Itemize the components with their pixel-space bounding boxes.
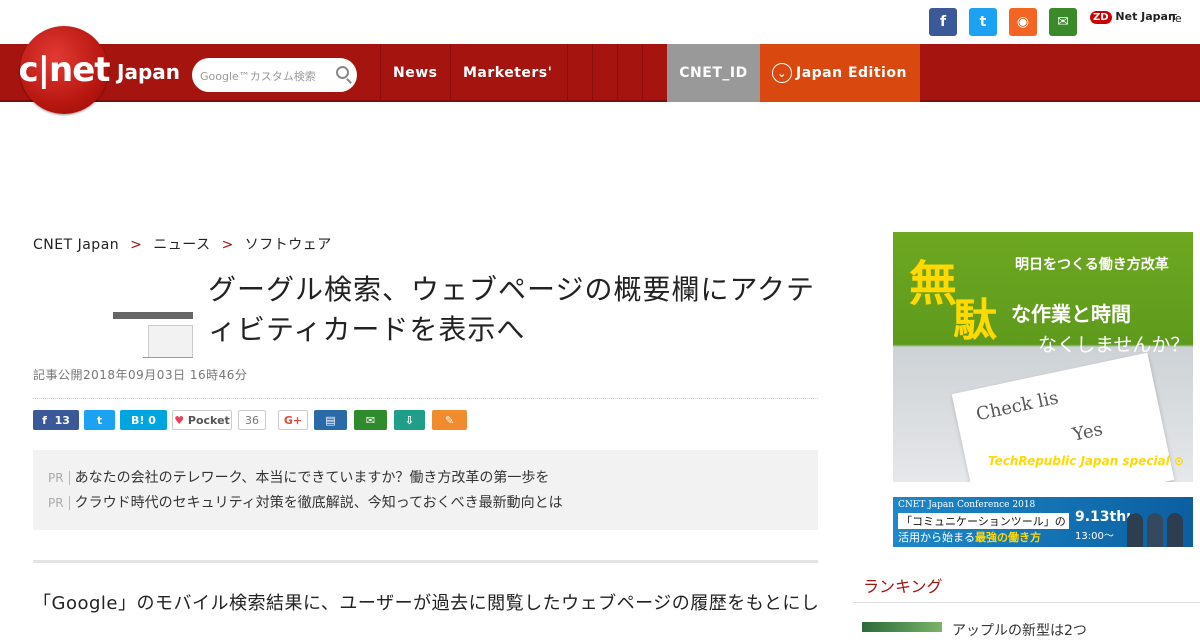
search-icon[interactable] <box>336 66 349 79</box>
edition-label: Japan Edition <box>796 65 907 81</box>
ad-subtitle: 明日をつくる働き方改革 <box>1015 257 1169 273</box>
ranking-thumbnail[interactable] <box>862 622 942 632</box>
article-body: 「Google」のモバイル検索結果に、ユーザーが過去に閲覧したウェブページの履歴… <box>33 593 818 614</box>
ad-conf-title: CNET Japan Conference 2018 <box>898 500 1036 510</box>
top-bar: f t ◉ ✉ ZD Net Japan Te <box>0 0 1200 44</box>
pr-tag: PR <box>48 471 70 485</box>
facebook-icon: f <box>42 413 47 427</box>
twitter-icon: t <box>96 413 103 427</box>
rss-icon[interactable]: ◉ <box>1009 8 1037 36</box>
ad-headline: な作業と時間 <box>1011 302 1131 326</box>
ad-headline-2: なくしませんか？ <box>1038 334 1190 356</box>
breadcrumb-separator: > <box>130 237 143 253</box>
facebook-share-count: 13 <box>54 413 70 427</box>
zdnet-label: Net Japan <box>1115 10 1176 23</box>
ad-paper-text-2: Yes <box>1070 418 1105 446</box>
nav-item-empty-2[interactable] <box>592 44 617 102</box>
breadcrumb-software[interactable]: ソフトウェア <box>245 237 332 253</box>
cnet-id-button[interactable]: CNET_ID <box>667 44 760 102</box>
hatena-bookmark-button[interactable]: B! 0 <box>120 410 167 430</box>
divider <box>33 560 818 563</box>
pr-box: PR あなたの会社のテレワーク、本当にできていますか？働き方改革の第一歩を PR ク… <box>33 450 818 530</box>
techrepublic-link[interactable]: Te <box>1170 12 1182 25</box>
pocket-label: Pocket <box>187 413 230 427</box>
save-icon[interactable]: ⇩ <box>394 410 425 430</box>
clip-icon[interactable]: ✎ <box>432 410 467 430</box>
pocket-button[interactable]: ♥ Pocket <box>172 410 232 430</box>
ad-big-char-1: 無 <box>909 256 958 312</box>
breadcrumb-home[interactable]: CNET Japan <box>33 237 119 253</box>
zdnet-link[interactable]: ZD Net Japan <box>1090 10 1176 24</box>
pr-link[interactable]: PR あなたの会社のテレワーク、本当にできていますか？働き方改革の第一歩を <box>48 467 549 487</box>
pr-link[interactable]: PR クラウド時代のセキュリティ対策を徹底解説、今知っておくべき最新動向とは <box>48 492 563 512</box>
nav-item-empty-3[interactable] <box>617 44 642 102</box>
nav-item-marketers[interactable]: Marketers' <box>450 44 564 102</box>
pocket-count: 36 <box>238 410 266 430</box>
facebook-share-button[interactable]: f 13 <box>33 410 79 430</box>
ad-conf-line2: 活用から始まる最強の働き方 <box>898 531 1041 544</box>
cnet-logo[interactable]: c|net <box>18 26 111 114</box>
chevron-down-icon: ⌄ <box>772 63 792 83</box>
nav-item-empty-1[interactable] <box>567 44 592 102</box>
mail-share-icon[interactable]: ✉ <box>354 410 387 430</box>
ad-banner-workstyle[interactable]: 明日をつくる働き方改革 無 駄 な作業と時間 なくしませんか？ Check li… <box>893 232 1193 482</box>
pocket-icon: ♥ <box>174 413 185 427</box>
divider <box>33 398 818 399</box>
zdnet-mark: ZD <box>1090 11 1112 24</box>
mail-icon[interactable]: ✉ <box>1049 8 1077 36</box>
print-icon[interactable]: ▤ <box>314 410 347 430</box>
logo-japan-text[interactable]: Japan <box>117 60 180 84</box>
article-title: グーグル検索、ウェブページの概要欄にアクティビティカードを表示へ <box>208 273 816 346</box>
twitter-icon[interactable]: t <box>969 8 997 36</box>
google-plus-button[interactable]: G+ <box>278 410 308 430</box>
breadcrumb-news[interactable]: ニュース <box>153 237 210 253</box>
pr-tag: PR <box>48 496 70 510</box>
ad-badge: TechRepublic Japan special ⊙ <box>988 454 1184 468</box>
pr-text: クラウド時代のセキュリティ対策を徹底解説、今知っておくべき最新動向とは <box>74 495 563 511</box>
article-date: 記事公開2018年09月03日 16時46分 <box>33 368 248 382</box>
ad-conf-line1: 「コミュニケーションツール」の <box>898 513 1069 529</box>
breadcrumb-separator: > <box>221 237 234 253</box>
ad-paper-text-1: Check lis <box>974 387 1061 426</box>
pr-text: あなたの会社のテレワーク、本当にできていますか？働き方改革の第一歩を <box>74 470 550 486</box>
ranking-item[interactable]: アップルの新型は2つ <box>952 620 1087 640</box>
facebook-icon[interactable]: f <box>929 8 957 36</box>
nav-item-empty-4[interactable] <box>642 44 667 102</box>
breadcrumb: CNET Japan > ニュース > ソフトウェア <box>33 234 332 254</box>
ad-banner-conference[interactable]: CNET Japan Conference 2018 「コミュニケーションツール… <box>893 497 1193 547</box>
ad-people-image <box>1125 505 1190 547</box>
ranking-heading: ランキング <box>853 565 1200 603</box>
article-thumbnail[interactable] <box>113 312 193 358</box>
search-input[interactable]: Google™カスタム検索 <box>192 58 357 92</box>
search-placeholder: Google™カスタム検索 <box>200 70 316 83</box>
twitter-share-button[interactable]: t <box>84 410 115 430</box>
nav-item-news[interactable]: News <box>380 44 449 102</box>
ad-conf-time: 13:00〜 <box>1075 531 1114 542</box>
edition-selector[interactable]: ⌄ Japan Edition <box>760 44 920 102</box>
ad-big-char-2: 駄 <box>953 295 997 346</box>
